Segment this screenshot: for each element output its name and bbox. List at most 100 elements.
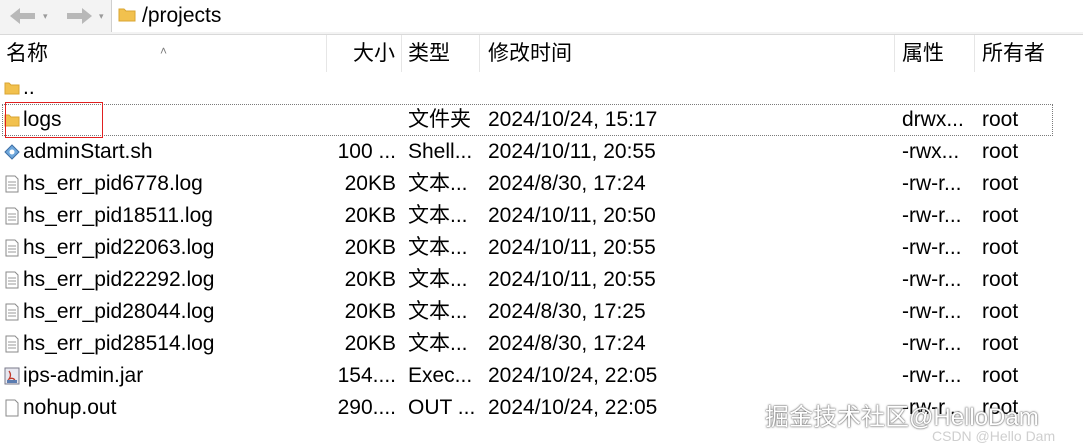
jar-file-icon	[4, 366, 20, 386]
file-row-log[interactable]: hs_err_pid28044.log 20KB 文本... 2024/8/30…	[0, 296, 1083, 328]
file-row-jar[interactable]: ips-admin.jar 154.... Exec... 2024/10/24…	[0, 360, 1083, 392]
file-name-cell: hs_err_pid18511.log	[4, 200, 326, 232]
file-row-log[interactable]: hs_err_pid28514.log 20KB 文本... 2024/8/30…	[0, 328, 1083, 360]
file-modified: 2024/8/30, 17:24	[488, 332, 646, 355]
column-header-attributes[interactable]: 属性	[895, 35, 975, 72]
file-name: hs_err_pid22292.log	[23, 268, 215, 291]
column-header-size-label: 大小	[353, 42, 395, 65]
file-name-cell: hs_err_pid28514.log	[4, 328, 326, 360]
file-type: 文本...	[408, 300, 468, 323]
file-size: 20KB	[344, 204, 396, 227]
file-size: 290....	[337, 396, 396, 419]
file-row-log[interactable]: hs_err_pid22292.log 20KB 文本... 2024/10/1…	[0, 264, 1083, 296]
column-header-owner[interactable]: 所有者	[975, 35, 1083, 72]
folder-icon	[118, 6, 136, 27]
file-size: 20KB	[344, 300, 396, 323]
back-button[interactable]	[6, 4, 40, 28]
text-file-icon	[4, 238, 20, 258]
blank-file-icon	[4, 398, 20, 418]
file-attributes: -rwx...	[902, 140, 960, 163]
text-file-icon	[4, 334, 20, 354]
column-header-modified[interactable]: 修改时间	[480, 35, 895, 72]
column-header-row: 名称 ˄ 大小 类型 修改时间 属性 所有者	[0, 35, 1083, 72]
file-row-parent[interactable]: ..	[0, 72, 1083, 104]
file-name: adminStart.sh	[23, 140, 153, 163]
file-owner: root	[982, 172, 1019, 195]
file-size: 20KB	[344, 332, 396, 355]
file-modified: 2024/10/24, 22:05	[488, 364, 658, 387]
file-name-cell: hs_err_pid28044.log	[4, 296, 326, 328]
parent-folder-icon	[4, 78, 20, 98]
file-name: hs_err_pid22063.log	[23, 236, 215, 259]
file-name-cell: hs_err_pid22292.log	[4, 264, 326, 296]
arrow-right-icon	[67, 8, 92, 24]
file-type: OUT ...	[408, 396, 476, 419]
file-attributes: -rw-r...	[902, 332, 962, 355]
file-name-cell: ..	[4, 72, 326, 104]
file-name: hs_err_pid18511.log	[23, 204, 213, 227]
file-attributes: -rw-r...	[902, 236, 962, 259]
file-size: 100 ...	[337, 140, 396, 163]
file-size: 20KB	[344, 172, 396, 195]
file-name-cell: adminStart.sh	[4, 136, 326, 168]
file-attributes: -rw-r...	[902, 172, 962, 195]
file-type: 文本...	[408, 236, 468, 259]
text-file-icon	[4, 270, 20, 290]
file-size: 154....	[337, 364, 396, 387]
file-modified: 2024/10/24, 15:17	[488, 108, 658, 131]
file-name-cell: logs	[4, 104, 326, 136]
file-size: 20KB	[344, 268, 396, 291]
file-name: logs	[23, 108, 62, 131]
file-name-cell: ips-admin.jar	[4, 360, 326, 392]
file-size: 20KB	[344, 236, 396, 259]
file-row-adminstart[interactable]: adminStart.sh 100 ... Shell... 2024/10/1…	[0, 136, 1083, 168]
file-name: ..	[23, 76, 35, 99]
file-row-log[interactable]: hs_err_pid18511.log 20KB 文本... 2024/10/1…	[0, 200, 1083, 232]
column-header-type-label: 类型	[408, 42, 450, 65]
arrow-left-icon	[10, 8, 35, 24]
file-type: 文本...	[408, 204, 468, 227]
file-owner: root	[982, 300, 1019, 323]
file-modified: 2024/10/11, 20:50	[488, 204, 656, 227]
text-file-icon	[4, 206, 20, 226]
forward-button[interactable]	[62, 4, 96, 28]
file-row-logs[interactable]: logs 文件夹 2024/10/24, 15:17 drwx... root	[2, 104, 1053, 136]
file-name: nohup.out	[23, 396, 117, 419]
file-name: hs_err_pid28044.log	[23, 300, 215, 323]
file-name-cell: nohup.out	[4, 392, 326, 424]
path-text: /projects	[142, 4, 222, 27]
file-name: ips-admin.jar	[23, 364, 144, 387]
file-name-cell: hs_err_pid6778.log	[4, 168, 326, 200]
column-header-name[interactable]: 名称 ˄	[0, 35, 327, 72]
file-attributes: -rw-r...	[902, 204, 962, 227]
text-file-icon	[4, 302, 20, 322]
file-owner: root	[982, 364, 1019, 387]
file-size	[326, 104, 400, 136]
file-owner: root	[982, 332, 1019, 355]
file-modified: 2024/10/11, 20:55	[488, 140, 656, 163]
file-attributes: -rw-r...	[902, 268, 962, 291]
file-owner: root	[982, 268, 1019, 291]
file-owner: root	[982, 108, 1019, 131]
back-history-dropdown[interactable]: ▾	[43, 9, 53, 23]
file-name: hs_err_pid6778.log	[23, 172, 203, 195]
watermark: 掘金技术社区@HelloDam	[765, 404, 1039, 431]
file-row-log[interactable]: hs_err_pid6778.log 20KB 文本... 2024/8/30,…	[0, 168, 1083, 200]
file-type: 文本...	[408, 172, 468, 195]
file-name-cell: hs_err_pid22063.log	[4, 232, 326, 264]
forward-history-dropdown[interactable]: ▾	[99, 9, 109, 23]
text-file-icon	[4, 174, 20, 194]
file-type: Shell...	[408, 140, 473, 163]
toolbar: ▾ ▾ /projects	[0, 0, 1083, 35]
file-type: 文本...	[408, 332, 468, 355]
path-bar[interactable]: /projects	[111, 0, 1083, 32]
column-header-size[interactable]: 大小	[327, 35, 402, 72]
file-row-log[interactable]: hs_err_pid22063.log 20KB 文本... 2024/10/1…	[0, 232, 1083, 264]
watermark-sub: CSDN @Hello Dam	[932, 428, 1056, 444]
file-attributes: -rw-r...	[902, 364, 962, 387]
column-header-modified-label: 修改时间	[488, 42, 572, 65]
file-owner: root	[982, 204, 1019, 227]
file-name: hs_err_pid28514.log	[23, 332, 215, 355]
folder-icon	[4, 110, 20, 130]
column-header-type[interactable]: 类型	[402, 35, 480, 72]
